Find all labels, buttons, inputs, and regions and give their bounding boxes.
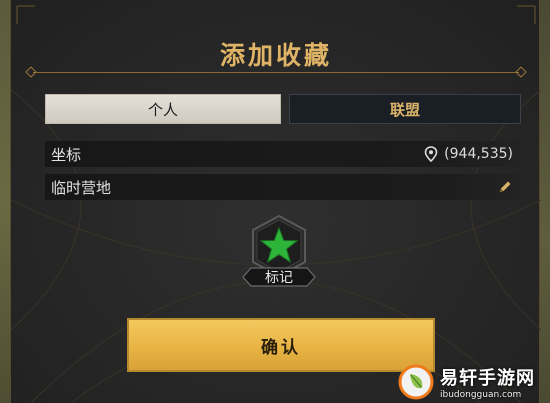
- title-divider: [33, 72, 519, 73]
- watermark-logo: [398, 364, 434, 399]
- watermark-name: 易轩手游网: [440, 367, 535, 389]
- tab-alliance[interactable]: 联盟: [289, 94, 521, 124]
- marker-label-plate: 标记: [239, 266, 319, 288]
- coordinate-value-group: (944,535): [424, 141, 513, 167]
- coordinate-value: (944,535): [444, 146, 513, 162]
- tab-personal[interactable]: 个人: [45, 94, 281, 124]
- marker-label: 标记: [265, 270, 293, 286]
- tab-personal-label: 个人: [147, 100, 178, 119]
- dialog-title: 添加收藏: [219, 41, 332, 70]
- name-input[interactable]: 临时营地: [45, 174, 521, 200]
- name-input-value: 临时营地: [51, 178, 112, 197]
- coordinate-field: 坐标 (944,535): [45, 141, 521, 167]
- confirm-button-label: 确认: [261, 337, 301, 358]
- add-favorite-dialog: 添加收藏 个人 联盟 坐标 (944,535) 临时营地 标记 确认: [10, 0, 541, 403]
- tab-alliance-label: 联盟: [389, 100, 420, 119]
- edit-pencil-icon[interactable]: [497, 179, 513, 195]
- watermark: 易轩手游网 ibudongguan.com: [398, 360, 550, 403]
- location-pin-icon: [424, 146, 438, 162]
- watermark-url: ibudongguan.com: [440, 389, 522, 400]
- coordinate-label: 坐标: [51, 145, 82, 164]
- confirm-button[interactable]: 确认: [127, 318, 435, 372]
